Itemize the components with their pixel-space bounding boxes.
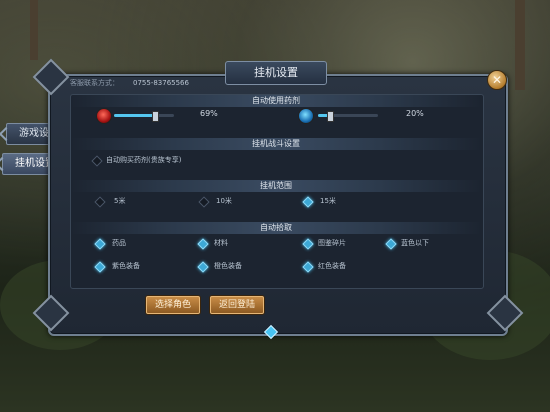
range-option-label: 15米 [320, 197, 336, 205]
contact-number: 0755-83765566 [133, 79, 189, 87]
slider-handle[interactable] [327, 111, 334, 122]
tab-arrow-icon [0, 156, 10, 172]
pickup-label: 药品 [112, 239, 126, 247]
section-header-battle: 挂机战斗设置 [70, 138, 482, 150]
tab-arrow-icon [0, 126, 14, 142]
pickup-label: 材料 [214, 239, 228, 247]
close-icon: ✕ [491, 73, 503, 87]
auto-buy-potion-label: 自动购买药剂(贵族专享) [106, 156, 182, 164]
blue-potion-slider[interactable] [318, 111, 378, 122]
red-potion-icon [96, 108, 112, 124]
back-to-login-button[interactable]: 返回登陆 [210, 296, 264, 314]
blue-potion-percent: 20% [406, 109, 424, 118]
pickup-label: 蓝色以下 [401, 239, 429, 247]
pickup-label: 图鉴碎片 [318, 239, 346, 247]
background-post [515, 0, 525, 90]
close-button[interactable]: ✕ [487, 70, 507, 90]
pickup-label: 橙色装备 [214, 262, 242, 270]
pickup-label: 红色装备 [318, 262, 346, 270]
background-post [30, 0, 38, 60]
section-header-range: 挂机范围 [70, 180, 482, 192]
slider-handle[interactable] [152, 111, 160, 122]
pickup-label: 紫色装备 [112, 262, 140, 270]
range-option-label: 5米 [114, 197, 126, 205]
contact-label: 客服联系方式： [70, 79, 119, 87]
select-role-button[interactable]: 选择角色 [146, 296, 200, 314]
blue-potion-icon [298, 108, 314, 124]
slider-fill [114, 114, 156, 117]
section-header-pickup: 自动拾取 [70, 222, 482, 234]
range-option-label: 10米 [216, 197, 232, 205]
section-header-potion: 自动使用药剂 [70, 95, 482, 107]
red-potion-slider[interactable] [114, 111, 174, 122]
panel-title: 挂机设置 [225, 61, 327, 85]
contact-info: 客服联系方式： 0755-83765566 [70, 78, 189, 88]
red-potion-percent: 69% [200, 109, 218, 118]
